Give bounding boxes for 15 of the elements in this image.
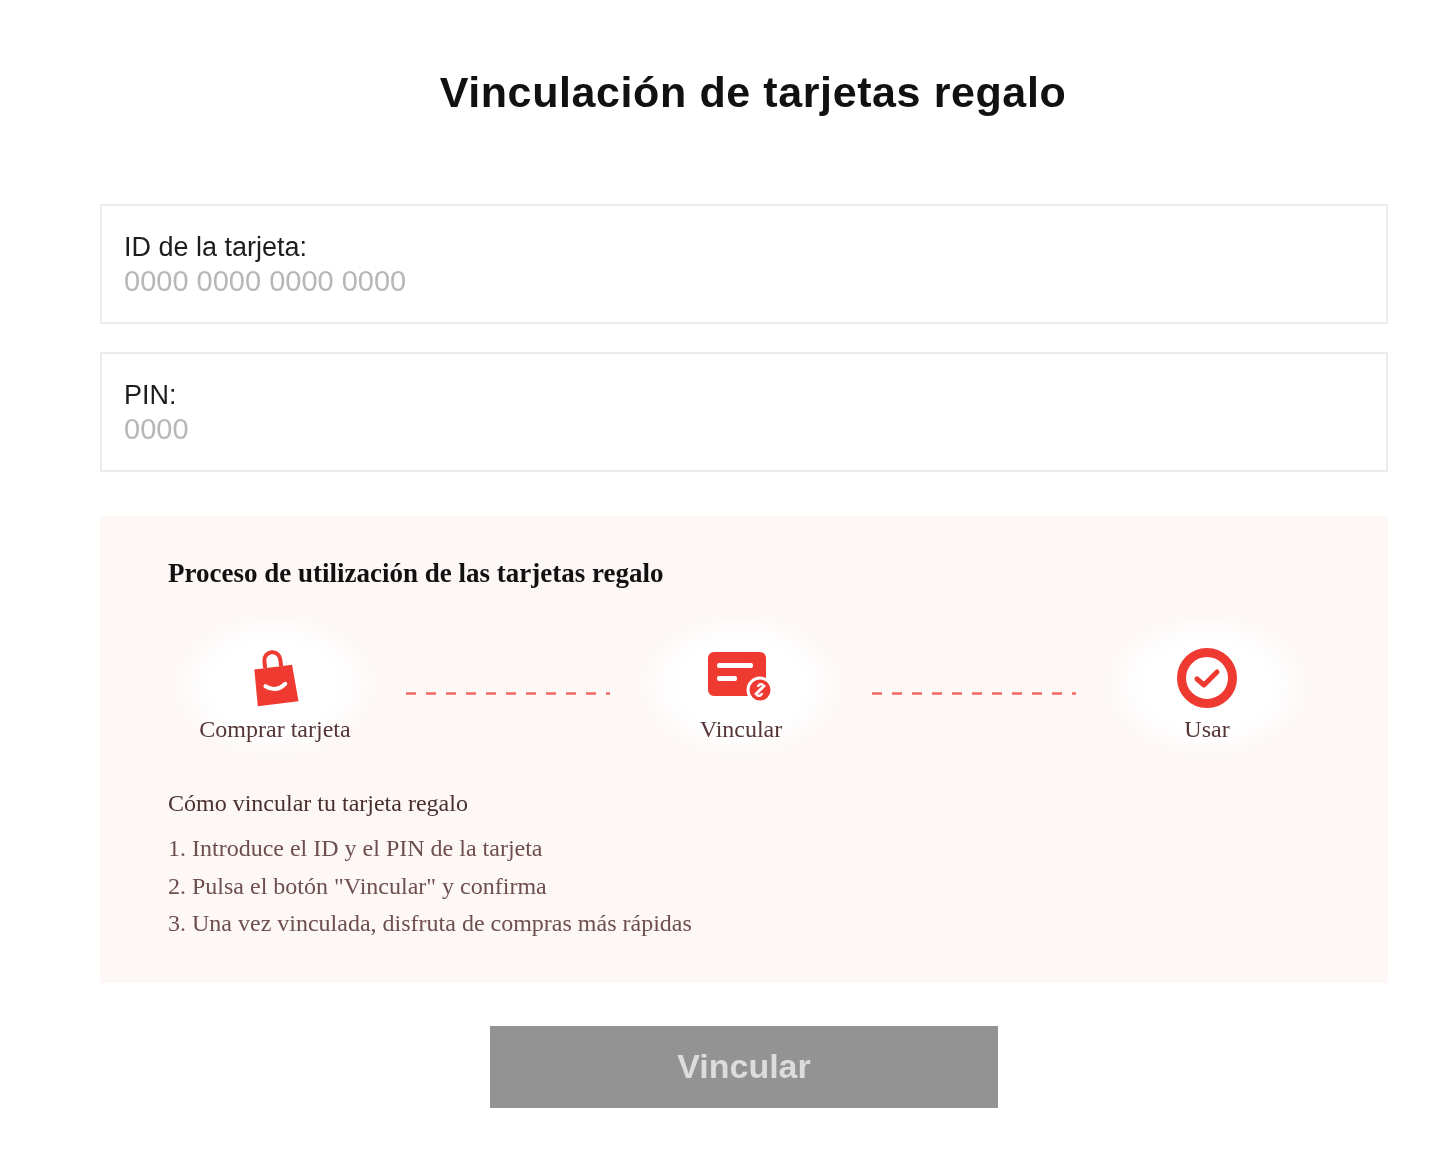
instruction-text: 3. Una vez vinculada, disfruta de compras más rápidas <box>168 909 693 938</box>
instruction-text: 1. Introduce el ID y el PIN de la tarjeta <box>168 834 544 863</box>
process-title: Proceso de utilización de las tarjetas regalo <box>168 557 665 590</box>
step-label: Usar <box>1184 715 1230 744</box>
step-label: Comprar tarjeta <box>199 715 351 744</box>
howto-title: Cómo vincular tu tarjeta regalo <box>168 789 469 818</box>
instruction-text: 2. Pulsa el botón "Vincular" y confirma <box>168 871 548 901</box>
step-label: Vincular <box>699 715 783 744</box>
field-label: ID de la tarjeta: <box>124 231 309 264</box>
card-link-icon <box>708 652 774 704</box>
input-field[interactable]: 0000 0000 0000 0000 <box>124 264 544 298</box>
input-field[interactable]: 0000 <box>124 412 544 446</box>
check-circle-icon <box>1177 648 1237 708</box>
page-title: Vinculación de tarjetas regalo <box>438 67 1068 118</box>
field-label: PIN: <box>124 379 178 412</box>
